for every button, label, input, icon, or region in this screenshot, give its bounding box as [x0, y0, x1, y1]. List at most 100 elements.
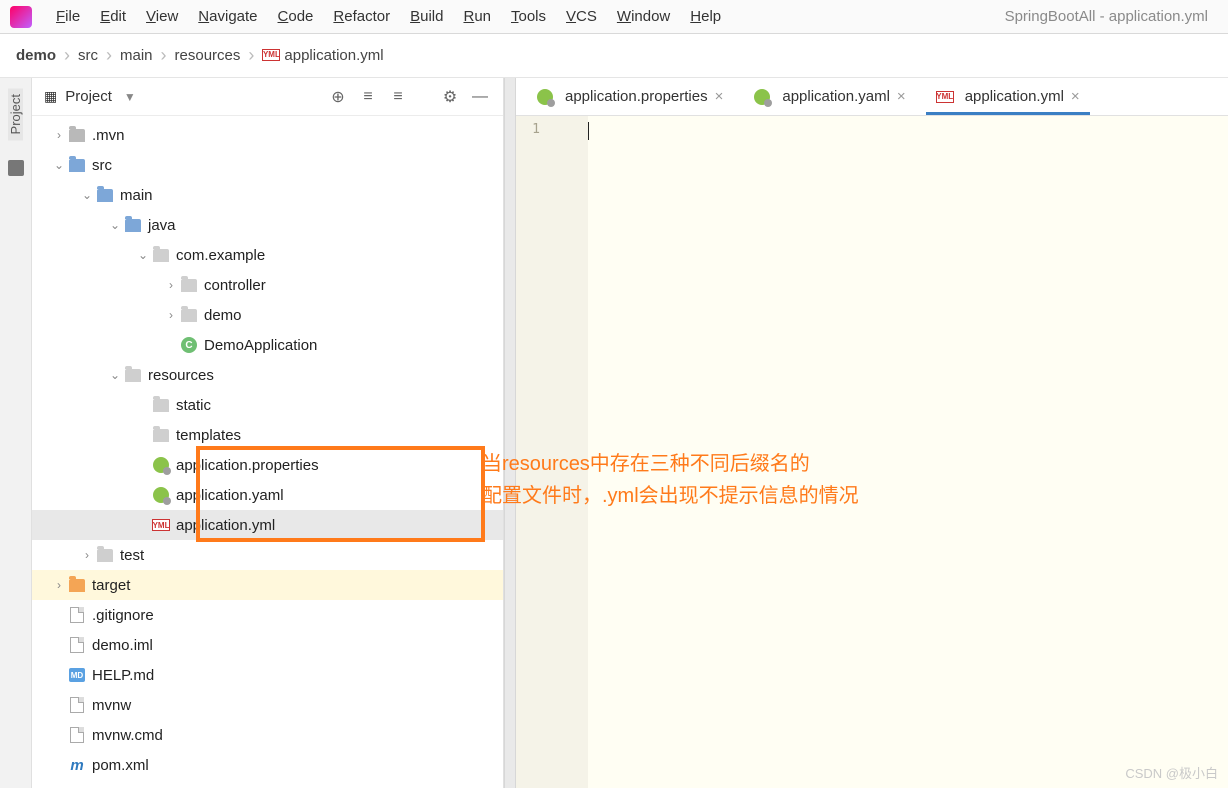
menu-edit[interactable]: Edit	[90, 8, 136, 25]
chevron-down-icon[interactable]: ⌄	[108, 368, 122, 382]
tree-label: demo.iml	[92, 637, 153, 654]
green-icon	[150, 487, 172, 503]
bookmark-tool-icon[interactable]	[8, 160, 24, 176]
breadcrumb-item[interactable]: resources	[175, 47, 241, 64]
folder-blue-icon	[66, 159, 88, 172]
tree-label: .mvn	[92, 127, 125, 144]
tree-node[interactable]: ›controller	[32, 270, 503, 300]
tree-node[interactable]: ›test	[32, 540, 503, 570]
tree-label: application.yml	[176, 517, 275, 534]
tree-node[interactable]: ⌄ resources	[32, 360, 503, 390]
menu-navigate[interactable]: Navigate	[188, 8, 267, 25]
tool-window-stripe: Project	[0, 78, 32, 788]
tree-node[interactable]: › .mvn	[32, 120, 503, 150]
tree-label: .gitignore	[92, 607, 154, 624]
tree-node[interactable]: ⌄ com.example	[32, 240, 503, 270]
breadcrumb-root[interactable]: demo	[16, 47, 56, 64]
splitter[interactable]	[504, 78, 516, 788]
tab-label: application.yml	[965, 88, 1064, 105]
tree-node[interactable]: mvnw	[32, 690, 503, 720]
tree-node[interactable]: ›demo	[32, 300, 503, 330]
folder-dim-icon	[150, 429, 172, 442]
tree-label: com.example	[176, 247, 265, 264]
watermark: CSDN @极小白	[1125, 763, 1218, 782]
chevron-right-icon: ›	[64, 45, 70, 66]
tree-node[interactable]: ⌄java	[32, 210, 503, 240]
tree-label: target	[92, 577, 130, 594]
tree-node[interactable]: CDemoApplication	[32, 330, 503, 360]
tree-node[interactable]: application.properties	[32, 450, 503, 480]
editor-tab[interactable]: YML application.yml ×	[926, 81, 1090, 115]
tree-node[interactable]: ⌄src	[32, 150, 503, 180]
chevron-right-icon: ›	[161, 45, 167, 66]
menu-tools[interactable]: Tools	[501, 8, 556, 25]
gear-icon[interactable]: ⚙	[439, 86, 461, 108]
project-pane: ▦ Project ▼ ⊕ ≡ ≡ ⚙ — › .mvn ⌄src⌄main⌄jav…	[32, 78, 504, 788]
tree-label: DemoApplication	[204, 337, 317, 354]
menu-view[interactable]: View	[136, 8, 188, 25]
collapse-all-icon[interactable]: ≡	[387, 86, 409, 108]
file-icon	[66, 637, 88, 653]
tree-node[interactable]: .gitignore	[32, 600, 503, 630]
tree-label: static	[176, 397, 211, 414]
tree-node[interactable]: templates	[32, 420, 503, 450]
menu-vcs[interactable]: VCS	[556, 8, 607, 25]
line-number: 1	[516, 122, 540, 137]
tree-node[interactable]: application.yaml	[32, 480, 503, 510]
close-icon[interactable]: ×	[715, 88, 724, 105]
project-view-icon: ▦	[44, 88, 57, 105]
folder-dim-icon	[178, 309, 200, 322]
tree-label: mvnw	[92, 697, 131, 714]
chevron-down-icon[interactable]: ⌄	[136, 248, 150, 262]
menu-window[interactable]: Window	[607, 8, 680, 25]
close-icon[interactable]: ×	[1071, 88, 1080, 105]
tab-label: application.yaml	[782, 88, 890, 105]
file-icon	[66, 727, 88, 743]
chevron-right-icon: ›	[248, 45, 254, 66]
tree-node[interactable]: YMLapplication.yml	[32, 510, 503, 540]
hide-icon[interactable]: —	[469, 86, 491, 108]
tree-node[interactable]: MDHELP.md	[32, 660, 503, 690]
expand-all-icon[interactable]: ≡	[357, 86, 379, 108]
yml-icon: YML	[936, 91, 954, 103]
chevron-down-icon[interactable]: ⌄	[52, 158, 66, 172]
breadcrumb-item[interactable]: main	[120, 47, 153, 64]
menu-file[interactable]: File	[46, 8, 90, 25]
breadcrumb-leaf[interactable]: application.yml	[284, 47, 383, 64]
chevron-right-icon[interactable]: ›	[164, 278, 178, 292]
chevron-down-icon[interactable]: ⌄	[108, 218, 122, 232]
folder-icon	[66, 129, 88, 142]
editor-code[interactable]	[588, 116, 1228, 788]
menu-refactor[interactable]: Refactor	[323, 8, 400, 25]
menu-help[interactable]: Help	[680, 8, 731, 25]
close-icon[interactable]: ×	[897, 88, 906, 105]
tree-node[interactable]: mvnw.cmd	[32, 720, 503, 750]
project-pane-title[interactable]: Project	[65, 88, 112, 105]
tree-label: HELP.md	[92, 667, 154, 684]
chevron-right-icon[interactable]: ›	[80, 548, 94, 562]
editor-tab[interactable]: application.properties×	[526, 81, 733, 115]
green-icon	[753, 89, 771, 105]
tree-node[interactable]: ⌄main	[32, 180, 503, 210]
tree-node[interactable]: demo.iml	[32, 630, 503, 660]
chevron-right-icon[interactable]: ›	[52, 128, 66, 142]
dropdown-icon[interactable]: ▼	[124, 90, 136, 104]
tree-node[interactable]: mpom.xml	[32, 750, 503, 780]
menu-bar: FileEditViewNavigateCodeRefactorBuildRun…	[0, 0, 1228, 34]
project-tree[interactable]: ›.mvn⌄src⌄main⌄java⌄com.example›controll…	[32, 116, 503, 788]
tree-node[interactable]: › target	[32, 570, 503, 600]
menu-run[interactable]: Run	[453, 8, 501, 25]
breadcrumb-item[interactable]: src	[78, 47, 98, 64]
tree-node[interactable]: static	[32, 390, 503, 420]
menu-code[interactable]: Code	[268, 8, 324, 25]
project-tool-button[interactable]: Project	[8, 88, 23, 140]
chevron-down-icon[interactable]: ⌄	[80, 188, 94, 202]
editor-tab[interactable]: application.yaml ×	[743, 81, 915, 115]
locate-icon[interactable]: ⊕	[327, 86, 349, 108]
chevron-right-icon[interactable]: ›	[52, 578, 66, 592]
class-icon: C	[178, 337, 200, 353]
folder-dim-icon	[94, 549, 116, 562]
chevron-right-icon[interactable]: ›	[164, 308, 178, 322]
menu-build[interactable]: Build	[400, 8, 453, 25]
tree-label: resources	[148, 367, 214, 384]
